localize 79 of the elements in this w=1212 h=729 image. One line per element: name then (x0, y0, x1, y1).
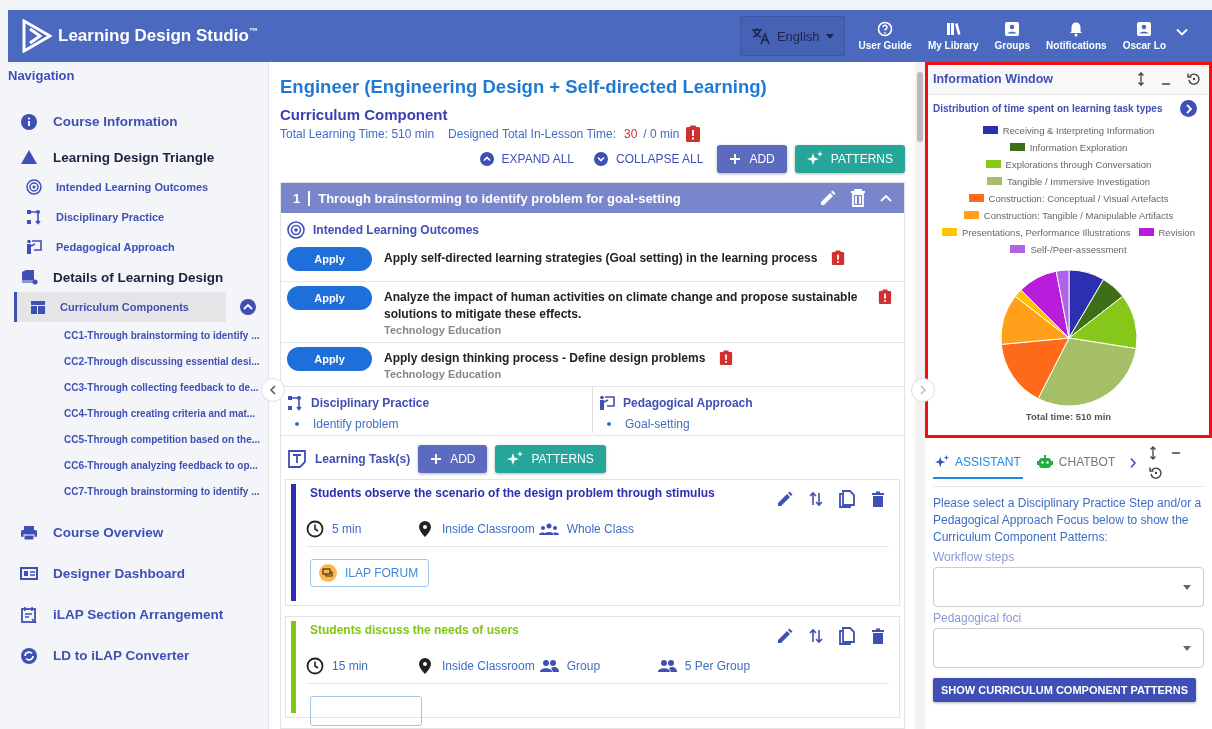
assistant-prompt: Please select a Disciplinary Practice Step and/or a Pedagogical Approach Focus below to show the Curriculum Component Patterns: (933, 495, 1203, 546)
header-nav-item[interactable]: User Guide (850, 21, 920, 51)
subject-label: Technology Education (384, 368, 503, 380)
chart-title: Distribution of time spent on learning task types (933, 103, 1163, 114)
collapse-all-button[interactable]: COLLAPSE ALL (588, 152, 710, 166)
sidebar-item[interactable]: Intended Learning Outcomes (8, 172, 209, 202)
task-grouping: Group (566, 659, 601, 673)
component-title: Through brainstorming to identify problem for goal-setting (318, 190, 682, 206)
legend-label: Tangible / Immersive Investigation (1006, 175, 1151, 187)
component-number: 1 (293, 190, 311, 206)
task-title: Students discuss the needs of users (310, 623, 519, 639)
designed-time-value: 30 (623, 127, 638, 141)
sidebar-item[interactable]: Course Information (8, 101, 178, 142)
legend-label: Presentations, Performance Illustrations (962, 226, 1131, 238)
expand-all-button[interactable]: EXPAND ALL (473, 152, 581, 166)
task-grouping: Whole Class (566, 522, 635, 536)
header-nav-item[interactable]: Notifications (1038, 21, 1115, 51)
task-location: Inside Classroom (442, 522, 535, 536)
task-duration: 15 min (332, 659, 369, 673)
sidebar-item[interactable]: Curriculum Components (14, 292, 226, 322)
legend-label: Construction: Conceptual / Visual Artefacts (988, 192, 1169, 204)
task-title: Students observe the scenario of the design problem through stimulus (310, 486, 715, 502)
legend-label: Information Exploration (1029, 141, 1128, 153)
practice-heading: Disciplinary Practice (311, 396, 430, 410)
outcomes-heading: Intended Learning Outcomes (313, 223, 480, 237)
sidebar-item[interactable]: CC1-Through brainstorming to identify ... (64, 322, 260, 348)
designed-time-total: / 0 min (643, 127, 680, 141)
outcome-text: Apply self-directed learning strategies (Goal setting) in the learning process (384, 250, 818, 267)
practice-item: Identify problem (313, 417, 399, 431)
header-nav-item[interactable]: Groups (986, 21, 1039, 51)
chart-total: Total time: 510 min (1025, 411, 1112, 422)
total-learning-time: Total Learning Time: 510 min (280, 127, 435, 141)
task-group-size: 5 Per Group (684, 659, 751, 673)
sidebar-item[interactable]: Designer Dashboard (8, 553, 186, 594)
app-title: Learning Design Studio$^{™}$ (58, 26, 258, 46)
sidebar-title: Navigation (8, 68, 75, 83)
section-title: Curriculum Component (280, 106, 449, 123)
sidebar-item[interactable]: CC2-Through discussing essential desi... (64, 348, 260, 374)
level-chip[interactable]: Apply (287, 347, 372, 371)
sidebar-item[interactable]: CC7-Through brainstorming to identify ... (64, 478, 260, 504)
header-nav-item[interactable]: My Library (919, 21, 987, 51)
level-chip[interactable]: Apply (287, 286, 372, 310)
sidebar-item[interactable]: Learning Design Triangle (8, 142, 215, 172)
sidebar-item[interactable]: Disciplinary Practice (8, 202, 165, 232)
legend-label: Self-/Peer-assessment (1030, 243, 1127, 255)
sidebar-item[interactable]: CC4-Through creating criteria and mat... (64, 400, 256, 426)
window-title: Information Window (933, 72, 1054, 86)
level-chip[interactable]: Apply (287, 247, 372, 271)
panel-tab[interactable]: CHATBOT (1034, 447, 1118, 479)
task-location: Inside Classroom (442, 659, 535, 673)
field-label: Pedagogical foci (933, 611, 1023, 625)
add-button[interactable]: ADD (717, 145, 787, 173)
sidebar-item[interactable]: CC5-Through competition based on the... (64, 426, 261, 452)
legend-label: Construction: Tangible / Manipulable Artifacts (983, 209, 1174, 221)
designed-time-label: Designed Total In-Lesson Time: (448, 127, 616, 141)
outcome-text: Analyze the impact of human activities on climate change and propose sustainable solutions to mitigate these effects. (384, 289, 859, 323)
approach-heading: Pedagogical Approach (623, 396, 753, 410)
legend-label: Revision (1158, 226, 1195, 238)
header-nav-item[interactable]: Oscar Lo (1114, 21, 1174, 51)
tool-button[interactable]: ILAP FORUM (310, 559, 430, 587)
sidebar-item[interactable]: Details of Learning Design (8, 262, 224, 292)
approach-item: Goal-setting (625, 417, 690, 431)
page-title: Engineer (Engineering Design + Self-directed Learning) (280, 76, 768, 98)
add-task-button[interactable]: ADD (418, 445, 488, 473)
field-label: Workflow steps (933, 550, 1016, 564)
legend-label: Receiving & Interpreting Information (1002, 124, 1155, 136)
sidebar-item[interactable]: Pedagogical Approach (8, 232, 175, 262)
outcome-text: Apply design thinking process - Define design problems (384, 350, 706, 367)
subject-label: Technology Education (384, 324, 503, 336)
legend-label: Explorations through Conversation (1005, 158, 1152, 170)
show-patterns-button[interactable]: SHOW CURRICULUM COMPONENT PATTERNS (933, 678, 1197, 702)
sidebar-item[interactable]: CC6-Through analyzing feedback to op... (64, 452, 258, 478)
sidebar-item[interactable]: iLAP Section Arrangement (8, 594, 224, 635)
sidebar-item[interactable]: CC3-Through collecting feedback to de... (64, 374, 259, 400)
tasks-heading: Learning Task(s) (315, 452, 411, 466)
sidebar-item[interactable]: Course Overview (8, 512, 164, 553)
sidebar-item[interactable]: LD to iLAP Converter (8, 635, 190, 676)
task-duration: 5 min (332, 522, 362, 536)
panel-tab[interactable]: ASSISTANT (933, 447, 1023, 479)
